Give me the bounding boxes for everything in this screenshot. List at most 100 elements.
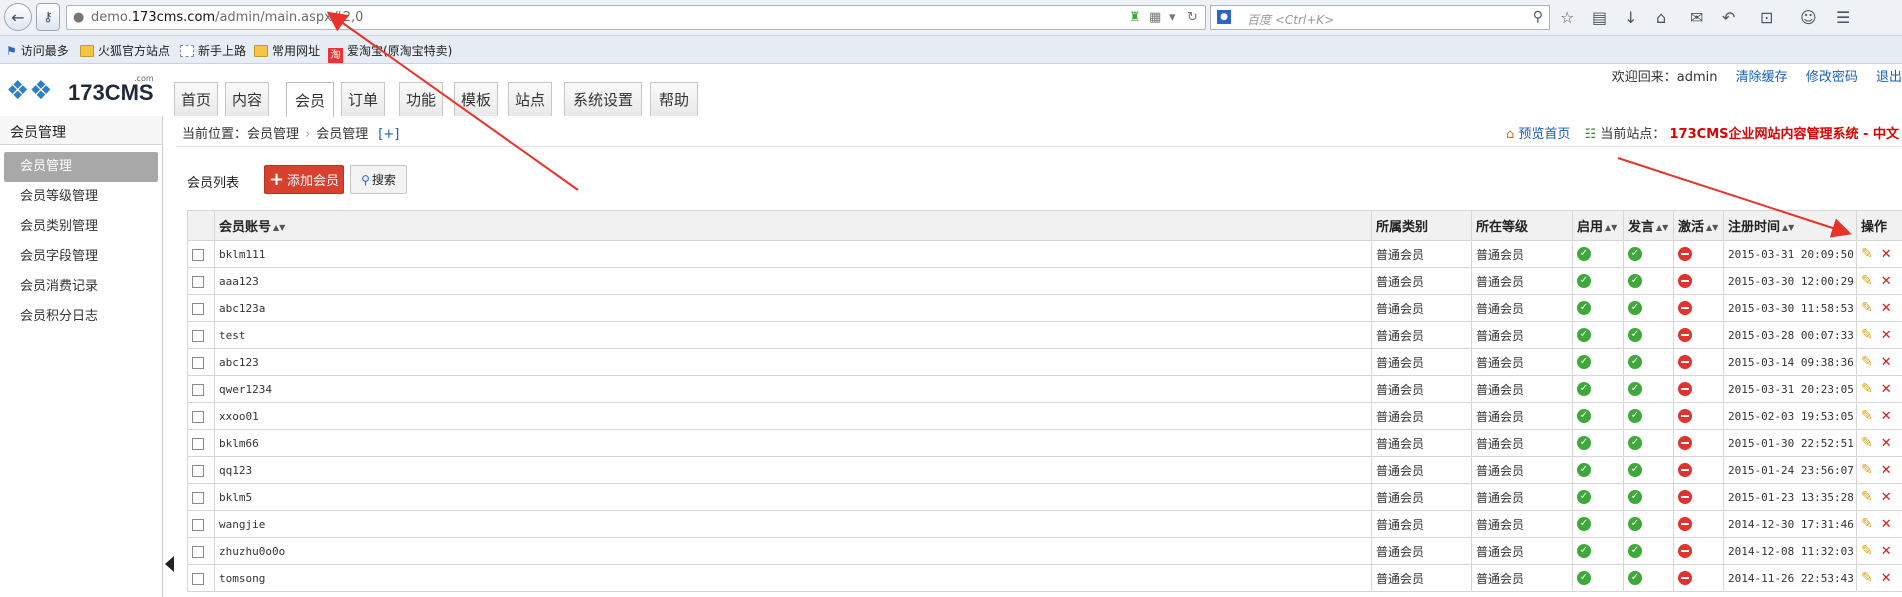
- add-member-button[interactable]: + 添加会员: [264, 165, 344, 194]
- download-icon[interactable]: ↓: [1624, 8, 1637, 27]
- status-ok-icon[interactable]: ✓: [1628, 247, 1642, 262]
- tab-functions[interactable]: 功能: [399, 82, 443, 116]
- column-post[interactable]: 发言 ▲▼: [1623, 210, 1674, 241]
- edit-pencil-icon[interactable]: ✎: [1861, 516, 1873, 532]
- status-ok-icon[interactable]: ✓: [1628, 301, 1642, 316]
- column-account[interactable]: 会员账号 ▲▼: [214, 210, 1372, 241]
- row-checkbox[interactable]: [192, 248, 204, 261]
- site-identity-button[interactable]: ⚷: [36, 3, 60, 31]
- delete-icon[interactable]: ✕: [1881, 301, 1892, 316]
- status-ok-icon[interactable]: ✓: [1577, 328, 1591, 343]
- tab-sites[interactable]: 站点: [508, 82, 552, 116]
- status-off-icon[interactable]: [1678, 274, 1692, 289]
- status-off-icon[interactable]: [1678, 328, 1692, 343]
- status-ok-icon[interactable]: ✓: [1577, 382, 1591, 397]
- status-ok-icon[interactable]: ✓: [1628, 274, 1642, 289]
- undo-icon[interactable]: ↶: [1722, 8, 1735, 27]
- tab-members[interactable]: 会员: [286, 82, 334, 117]
- bookmark-most-visited[interactable]: ⚑ 访问最多: [6, 42, 69, 59]
- reload-icon[interactable]: ↻: [1187, 10, 1198, 25]
- edit-pencil-icon[interactable]: ✎: [1861, 273, 1873, 289]
- column-activated[interactable]: 激活 ▲▼: [1673, 210, 1724, 241]
- row-checkbox[interactable]: [192, 329, 204, 342]
- tab-content[interactable]: 内容: [225, 82, 269, 116]
- bookmark-firefox[interactable]: 火狐官方站点: [80, 42, 170, 59]
- edit-pencil-icon[interactable]: ✎: [1861, 381, 1873, 397]
- search-icon[interactable]: ⚲: [1533, 9, 1543, 25]
- row-checkbox[interactable]: [192, 437, 204, 450]
- edit-pencil-icon[interactable]: ✎: [1861, 489, 1873, 505]
- status-ok-icon[interactable]: ✓: [1577, 247, 1591, 262]
- status-ok-icon[interactable]: ✓: [1628, 490, 1642, 505]
- status-ok-icon[interactable]: ✓: [1577, 544, 1591, 559]
- status-ok-icon[interactable]: ✓: [1577, 301, 1591, 316]
- row-checkbox[interactable]: [192, 464, 204, 477]
- change-password-link[interactable]: 修改密码: [1806, 70, 1858, 85]
- edit-pencil-icon[interactable]: ✎: [1861, 408, 1873, 424]
- row-checkbox[interactable]: [192, 545, 204, 558]
- home-icon[interactable]: ⌂: [1656, 8, 1666, 27]
- delete-icon[interactable]: ✕: [1881, 328, 1892, 343]
- delete-icon[interactable]: ✕: [1881, 247, 1892, 262]
- menu-icon[interactable]: ☰: [1836, 8, 1850, 27]
- row-checkbox[interactable]: [192, 302, 204, 315]
- row-checkbox[interactable]: [192, 356, 204, 369]
- status-ok-icon[interactable]: ✓: [1628, 463, 1642, 478]
- status-ok-icon[interactable]: ✓: [1577, 517, 1591, 532]
- delete-icon[interactable]: ✕: [1881, 544, 1892, 559]
- status-off-icon[interactable]: [1678, 517, 1692, 532]
- status-ok-icon[interactable]: ✓: [1628, 517, 1642, 532]
- bookmark-aitaobao[interactable]: 淘爱淘宝(原淘宝特卖): [328, 42, 452, 63]
- crop-icon[interactable]: ⊡: [1760, 8, 1773, 27]
- row-checkbox[interactable]: [192, 491, 204, 504]
- edit-pencil-icon[interactable]: ✎: [1861, 570, 1873, 586]
- breadcrumb-level1[interactable]: 会员管理: [247, 127, 299, 142]
- chat-icon[interactable]: ✉: [1690, 8, 1703, 27]
- status-off-icon[interactable]: [1678, 463, 1692, 478]
- status-ok-icon[interactable]: ✓: [1628, 382, 1642, 397]
- status-ok-icon[interactable]: ✓: [1577, 463, 1591, 478]
- row-checkbox[interactable]: [192, 275, 204, 288]
- status-off-icon[interactable]: [1678, 436, 1692, 451]
- edit-pencil-icon[interactable]: ✎: [1861, 435, 1873, 451]
- status-ok-icon[interactable]: ✓: [1628, 544, 1642, 559]
- sidebar-item-points-log[interactable]: 会员积分日志: [0, 302, 162, 332]
- edit-pencil-icon[interactable]: ✎: [1861, 354, 1873, 370]
- status-ok-icon[interactable]: ✓: [1577, 274, 1591, 289]
- row-checkbox[interactable]: [192, 572, 204, 585]
- edit-pencil-icon[interactable]: ✎: [1861, 543, 1873, 559]
- edit-pencil-icon[interactable]: ✎: [1861, 300, 1873, 316]
- emoji-icon[interactable]: ☺: [1800, 8, 1817, 27]
- delete-icon[interactable]: ✕: [1881, 436, 1892, 451]
- sidebar-item-member-categories[interactable]: 会员类别管理: [0, 212, 162, 242]
- status-off-icon[interactable]: [1678, 490, 1692, 505]
- collapse-sidebar-icon[interactable]: [165, 556, 174, 572]
- reading-list-icon[interactable]: ▤: [1592, 8, 1607, 27]
- status-ok-icon[interactable]: ✓: [1577, 490, 1591, 505]
- column-enabled[interactable]: 启用 ▲▼: [1572, 210, 1624, 241]
- delete-icon[interactable]: ✕: [1881, 274, 1892, 289]
- status-off-icon[interactable]: [1678, 544, 1692, 559]
- row-checkbox[interactable]: [192, 518, 204, 531]
- status-off-icon[interactable]: [1678, 382, 1692, 397]
- status-off-icon[interactable]: [1678, 409, 1692, 424]
- status-ok-icon[interactable]: ✓: [1628, 436, 1642, 451]
- status-off-icon[interactable]: [1678, 247, 1692, 262]
- sidebar-item-member-fields[interactable]: 会员字段管理: [0, 242, 162, 272]
- edit-pencil-icon[interactable]: ✎: [1861, 246, 1873, 262]
- url-bar[interactable]: ● demo.173cms.com/admin/main.aspx#2,0 ♜ …: [66, 5, 1206, 30]
- status-ok-icon[interactable]: ✓: [1577, 409, 1591, 424]
- preview-home-link[interactable]: 预览首页: [1518, 127, 1570, 142]
- status-off-icon[interactable]: [1678, 571, 1692, 586]
- sidebar-item-member-levels[interactable]: 会员等级管理: [0, 182, 162, 212]
- status-ok-icon[interactable]: ✓: [1628, 355, 1642, 370]
- logo[interactable]: ❖❖ .com 173CMS: [6, 74, 156, 110]
- status-ok-icon[interactable]: ✓: [1577, 355, 1591, 370]
- row-checkbox[interactable]: [192, 410, 204, 423]
- delete-icon[interactable]: ✕: [1881, 355, 1892, 370]
- status-ok-icon[interactable]: ✓: [1628, 328, 1642, 343]
- status-ok-icon[interactable]: ✓: [1628, 409, 1642, 424]
- sidebar-item-member-management[interactable]: 会员管理: [4, 152, 158, 182]
- delete-icon[interactable]: ✕: [1881, 571, 1892, 586]
- tab-templates[interactable]: 模板: [454, 82, 498, 116]
